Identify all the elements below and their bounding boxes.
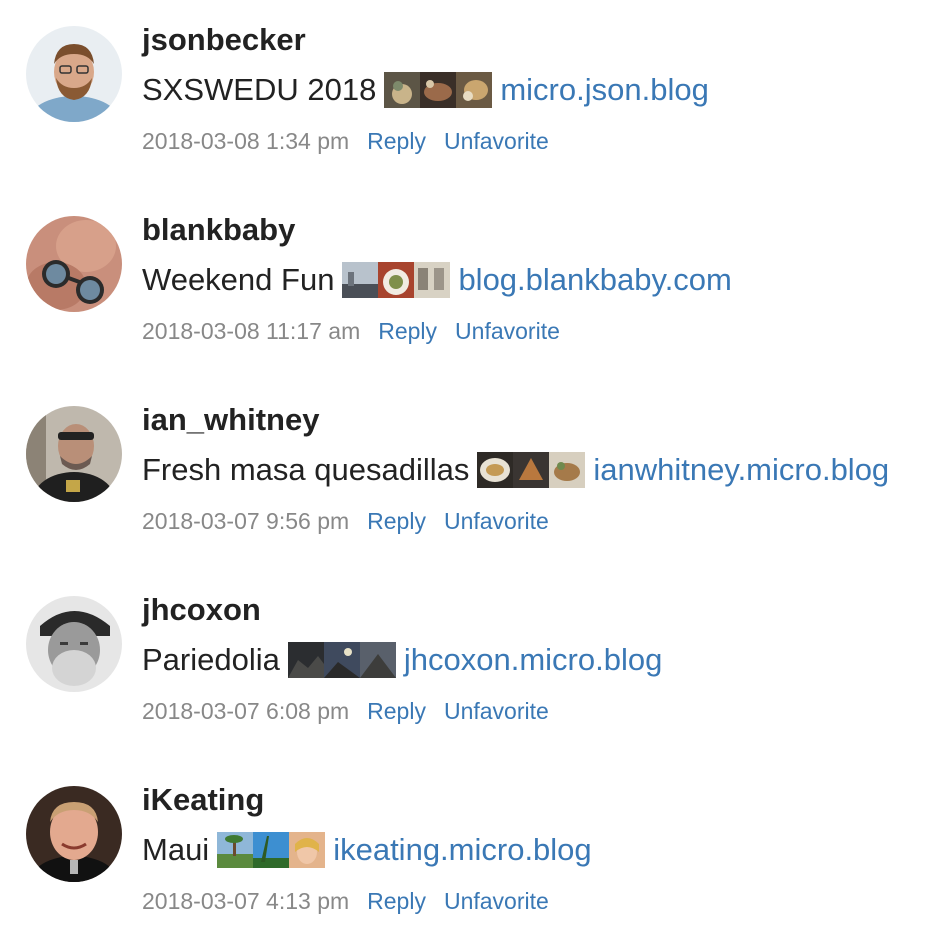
photo-thumbnail[interactable] <box>342 262 379 298</box>
post-username[interactable]: blankbaby <box>142 210 295 250</box>
post-timestamp[interactable]: 2018-03-07 4:13 pm <box>142 888 349 915</box>
photo-thumbnail[interactable] <box>549 452 586 488</box>
unfavorite-link[interactable]: Unfavorite <box>455 318 560 345</box>
post-text: SXSWEDU 2018 <box>142 72 377 107</box>
feed-post: blankbaby Weekend Fun blog.blankbaby.com… <box>0 190 952 370</box>
post-content: Maui ikeating.micro.blog <box>142 828 592 872</box>
photo-thumbnail[interactable] <box>217 832 254 868</box>
feed-post: iKeating Maui ikeating.micro.blog 2018-0… <box>0 760 952 940</box>
blog-link[interactable]: blog.blankbaby.com <box>458 258 731 302</box>
photo-thumbnail[interactable] <box>378 262 415 298</box>
photo-thumbnail[interactable] <box>420 72 457 108</box>
post-username[interactable]: ian_whitney <box>142 400 319 440</box>
unfavorite-link[interactable]: Unfavorite <box>444 698 549 725</box>
unfavorite-link[interactable]: Unfavorite <box>444 508 549 535</box>
feed-post: jhcoxon Pariedolia jhcoxon.micro.blog 20… <box>0 570 952 750</box>
post-content: SXSWEDU 2018 micro.json.blog <box>142 68 709 112</box>
post-timestamp[interactable]: 2018-03-07 9:56 pm <box>142 508 349 535</box>
avatar[interactable] <box>26 596 122 692</box>
unfavorite-link[interactable]: Unfavorite <box>444 888 549 915</box>
reply-link[interactable]: Reply <box>378 318 437 345</box>
photo-thumbnail[interactable] <box>323 642 360 678</box>
post-meta: 2018-03-07 4:13 pm Reply Unfavorite <box>142 884 567 918</box>
photo-thumbnail[interactable] <box>384 72 421 108</box>
post-text: Fresh masa quesadillas <box>142 452 470 487</box>
photo-thumbnails <box>217 832 326 868</box>
photo-thumbnails <box>477 452 586 488</box>
photo-thumbnail[interactable] <box>287 642 324 678</box>
avatar[interactable] <box>26 26 122 122</box>
photo-thumbnail[interactable] <box>456 72 493 108</box>
reply-link[interactable]: Reply <box>367 888 426 915</box>
post-text: Pariedolia <box>142 642 280 677</box>
post-meta: 2018-03-08 1:34 pm Reply Unfavorite <box>142 124 567 158</box>
post-meta: 2018-03-07 9:56 pm Reply Unfavorite <box>142 504 567 538</box>
avatar[interactable] <box>26 406 122 502</box>
post-text: Weekend Fun <box>142 262 335 297</box>
photo-thumbnails <box>287 642 396 678</box>
photo-thumbnail[interactable] <box>513 452 550 488</box>
blog-link[interactable]: jhcoxon.micro.blog <box>404 638 662 682</box>
favorites-feed: jsonbecker SXSWEDU 2018 micro.json.blog … <box>0 0 952 946</box>
post-content: Weekend Fun blog.blankbaby.com <box>142 258 732 302</box>
post-text: Maui <box>142 832 210 867</box>
avatar[interactable] <box>26 216 122 312</box>
post-meta: 2018-03-07 6:08 pm Reply Unfavorite <box>142 694 567 728</box>
post-timestamp[interactable]: 2018-03-07 6:08 pm <box>142 698 349 725</box>
blog-link[interactable]: micro.json.blog <box>500 68 708 112</box>
reply-link[interactable]: Reply <box>367 508 426 535</box>
post-meta: 2018-03-08 11:17 am Reply Unfavorite <box>142 314 578 348</box>
post-username[interactable]: iKeating <box>142 780 264 820</box>
post-username[interactable]: jhcoxon <box>142 590 261 630</box>
photo-thumbnail[interactable] <box>359 642 396 678</box>
photo-thumbnail[interactable] <box>414 262 451 298</box>
photo-thumbnail[interactable] <box>253 832 290 868</box>
avatar[interactable] <box>26 786 122 882</box>
photo-thumbnails <box>384 72 493 108</box>
post-content: Pariedolia jhcoxon.micro.blog <box>142 638 662 682</box>
post-timestamp[interactable]: 2018-03-08 11:17 am <box>142 318 360 345</box>
blog-link[interactable]: ianwhitney.micro.blog <box>593 448 889 492</box>
post-username[interactable]: jsonbecker <box>142 20 306 60</box>
reply-link[interactable]: Reply <box>367 698 426 725</box>
photo-thumbnail[interactable] <box>477 452 514 488</box>
feed-post: ian_whitney Fresh masa quesadillas ianwh… <box>0 380 952 560</box>
post-timestamp[interactable]: 2018-03-08 1:34 pm <box>142 128 349 155</box>
feed-post: jsonbecker SXSWEDU 2018 micro.json.blog … <box>0 0 952 180</box>
blog-link[interactable]: ikeating.micro.blog <box>333 828 591 872</box>
reply-link[interactable]: Reply <box>367 128 426 155</box>
post-content: Fresh masa quesadillas ianwhitney.micro.… <box>142 448 889 492</box>
photo-thumbnails <box>342 262 451 298</box>
photo-thumbnail[interactable] <box>289 832 326 868</box>
unfavorite-link[interactable]: Unfavorite <box>444 128 549 155</box>
